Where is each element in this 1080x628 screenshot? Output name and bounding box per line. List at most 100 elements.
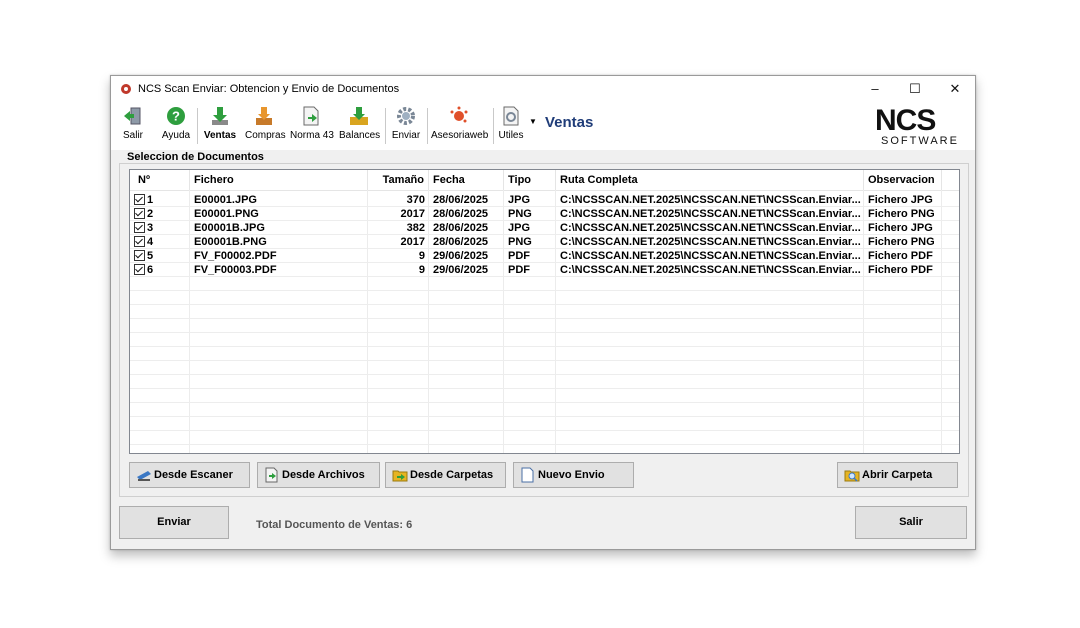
cell-fichero: E00001.JPG	[194, 194, 257, 206]
cell-fecha: 28/06/2025	[433, 222, 489, 234]
close-button[interactable]: ✕	[935, 76, 975, 102]
cell-ruta: C:\NCSSCAN.NET.2025\NCSSCAN.NET\NCSScan.…	[560, 194, 861, 206]
salir-button[interactable]: Salir	[855, 506, 967, 539]
toolbar-norma43[interactable]: Norma 43	[290, 105, 334, 141]
table-row[interactable]: 4 E00001B.PNG 2017 28/06/2025 PNG C:\NCS…	[130, 235, 959, 249]
row-checkbox[interactable]	[134, 249, 145, 261]
documents-grid[interactable]: Nº Fichero Tamaño Fecha Tipo Ruta Comple…	[129, 169, 960, 454]
bottom-bar: Enviar Total Documento de Ventas: 6 Sali…	[111, 499, 975, 549]
cell-fecha: 28/06/2025	[433, 208, 489, 220]
nuevo-envio-button[interactable]: Nuevo Envio	[513, 462, 634, 488]
cell-ruta: C:\NCSSCAN.NET.2025\NCSSCAN.NET\NCSScan.…	[560, 250, 861, 262]
minimize-button[interactable]: –	[855, 76, 895, 102]
cell-fichero: FV_F00002.PDF	[194, 250, 277, 262]
exit-door-icon	[124, 107, 141, 125]
column-header[interactable]: Fichero	[190, 170, 368, 190]
folder-search-icon	[844, 470, 860, 482]
cell-tamano: 9	[418, 264, 425, 276]
row-checkbox[interactable]	[134, 221, 145, 233]
toolbar-ayuda[interactable]: ? Ayuda	[161, 105, 191, 141]
download-arrow-icon	[212, 107, 228, 125]
column-header[interactable]: Tipo	[504, 170, 556, 190]
row-checkbox[interactable]	[134, 235, 145, 247]
document-arrow-icon	[303, 106, 319, 126]
column-header[interactable]: Fecha	[429, 170, 504, 190]
column-header[interactable]: Ruta Completa	[556, 170, 864, 190]
row-checkbox[interactable]	[134, 193, 145, 205]
row-number: 1	[147, 194, 154, 206]
row-number: 3	[147, 222, 154, 234]
toolbar-label: Enviar	[391, 130, 421, 141]
cell-observacion: Fichero PDF	[868, 264, 933, 276]
grid-line	[130, 318, 959, 319]
grid-line	[130, 388, 959, 389]
table-row[interactable]: 6 FV_F00003.PDF 9 29/06/2025 PDF C:\NCSS…	[130, 263, 959, 277]
svg-text:?: ?	[172, 109, 180, 124]
dropdown-arrow-icon[interactable]: ▼	[529, 117, 537, 126]
button-label: Desde Escaner	[154, 469, 233, 481]
desde-escaner-button[interactable]: Desde Escaner	[129, 462, 250, 488]
grid-line	[130, 444, 959, 445]
row-checkbox[interactable]	[134, 263, 145, 275]
toolbar-salir[interactable]: Salir	[119, 105, 147, 141]
desde-carpetas-button[interactable]: Desde Carpetas	[385, 462, 506, 488]
row-number: 2	[147, 208, 154, 220]
grid-line	[130, 290, 959, 291]
brand-subtitle: SOFTWARE	[881, 135, 959, 147]
toolbar-ventas[interactable]: Ventas	[203, 105, 237, 141]
abrir-carpeta-button[interactable]: Abrir Carpeta	[837, 462, 958, 488]
cell-observacion: Fichero JPG	[868, 222, 933, 234]
help-icon: ?	[167, 107, 185, 125]
cell-ruta: C:\NCSSCAN.NET.2025\NCSSCAN.NET\NCSScan.…	[560, 236, 861, 248]
brand-logo: NCS	[875, 104, 936, 137]
cell-fecha: 29/06/2025	[433, 250, 489, 262]
cell-fichero: E00001.PNG	[194, 208, 259, 220]
cell-fecha: 29/06/2025	[433, 264, 489, 276]
toolbar-label: Asesoriaweb	[431, 130, 489, 141]
scanner-icon	[137, 471, 151, 481]
toolbar-separator	[197, 108, 198, 144]
row-number: 4	[147, 236, 154, 248]
enviar-button[interactable]: Enviar	[119, 506, 229, 539]
cell-fichero: E00001B.PNG	[194, 236, 267, 248]
toolbar-compras[interactable]: Compras	[245, 105, 286, 141]
row-number: 6	[147, 264, 154, 276]
title-bar: NCS Scan Enviar: Obtencion y Envio de Do…	[111, 76, 975, 102]
button-label: Desde Archivos	[282, 469, 365, 481]
desde-archivos-button[interactable]: Desde Archivos	[257, 462, 380, 488]
toolbar: Salir ? Ayuda Ventas Compras Norma 43 Ba…	[111, 102, 975, 150]
column-header[interactable]: Nº	[130, 170, 190, 190]
table-row[interactable]: 2 E00001.PNG 2017 28/06/2025 PNG C:\NCSS…	[130, 207, 959, 221]
maximize-button[interactable]: ☐	[895, 76, 935, 102]
cell-tipo: PDF	[508, 264, 530, 276]
window-title: NCS Scan Enviar: Obtencion y Envio de Do…	[138, 83, 400, 95]
toolbar-separator	[427, 108, 428, 144]
cell-tamano: 2017	[400, 236, 425, 248]
toolbar-balances[interactable]: Balances	[339, 105, 380, 141]
cell-tipo: JPG	[508, 222, 531, 234]
table-row[interactable]: 1 E00001.JPG 370 28/06/2025 JPG C:\NCSSC…	[130, 193, 959, 207]
download-folder-icon	[350, 107, 368, 125]
row-checkbox[interactable]	[134, 207, 145, 219]
toolbar-label: Utiles	[498, 130, 524, 141]
cell-observacion: Fichero JPG	[868, 194, 933, 206]
column-header[interactable]: Observacion	[864, 170, 942, 190]
button-label: Desde Carpetas	[410, 469, 494, 481]
cell-observacion: Fichero PNG	[868, 208, 935, 220]
toolbar-asesoriaweb[interactable]: Asesoriaweb	[431, 105, 489, 141]
toolbar-utiles[interactable]: Utiles	[497, 105, 525, 141]
toolbar-separator	[493, 108, 494, 144]
app-window: NCS Scan Enviar: Obtencion y Envio de Do…	[110, 75, 976, 550]
folder-icon	[392, 470, 408, 482]
cell-ruta: C:\NCSSCAN.NET.2025\NCSSCAN.NET\NCSScan.…	[560, 264, 861, 276]
status-text: Total Documento de Ventas: 6	[256, 519, 413, 531]
toolbar-enviar[interactable]: Enviar	[391, 105, 421, 141]
column-header[interactable]: Tamaño	[368, 170, 429, 190]
button-label: Abrir Carpeta	[862, 469, 933, 481]
table-row[interactable]: 3 E00001B.JPG 382 28/06/2025 JPG C:\NCSS…	[130, 221, 959, 235]
dots-icon	[450, 106, 468, 123]
cell-tamano: 2017	[400, 208, 425, 220]
cell-observacion: Fichero PDF	[868, 250, 933, 262]
table-row[interactable]: 5 FV_F00002.PDF 9 29/06/2025 PDF C:\NCSS…	[130, 249, 959, 263]
grid-line	[130, 360, 959, 361]
